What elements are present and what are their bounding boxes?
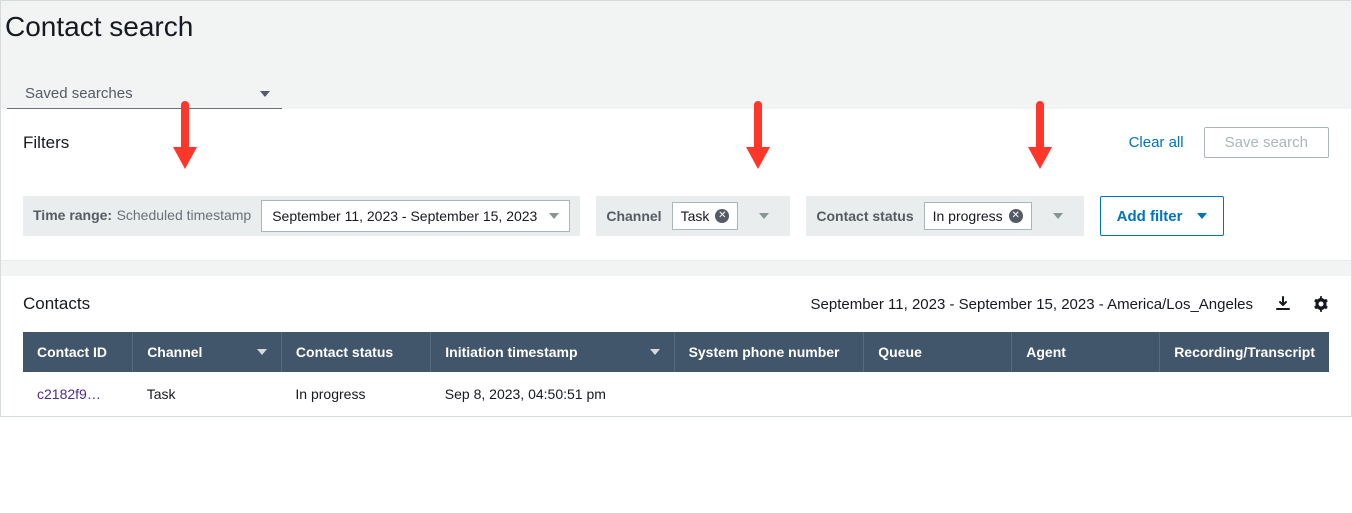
cell-channel: Task <box>133 372 282 416</box>
add-filter-button[interactable]: Add filter <box>1100 196 1224 236</box>
col-agent[interactable]: Agent <box>1012 332 1160 372</box>
chevron-down-icon <box>260 91 270 97</box>
col-contact-status[interactable]: Contact status <box>281 332 430 372</box>
sort-icon <box>257 349 267 355</box>
filters-panel: Filters Clear all Save search Time range… <box>1 109 1351 260</box>
download-icon[interactable] <box>1275 296 1291 312</box>
col-queue[interactable]: Queue <box>864 332 1012 372</box>
filter-time-range: Time range: Scheduled timestamp Septembe… <box>23 196 580 236</box>
contact-status-dropdown[interactable] <box>1042 200 1074 232</box>
chevron-down-icon <box>759 213 769 219</box>
sort-icon <box>650 349 660 355</box>
contacts-panel: Contacts September 11, 2023 - September … <box>1 276 1351 416</box>
filter-channel: Channel Task ✕ <box>596 196 790 236</box>
chevron-down-icon <box>549 213 559 219</box>
cell-initiation-ts: Sep 8, 2023, 04:50:51 pm <box>431 372 674 416</box>
contacts-table: Contact ID Channel Contact status Initia… <box>23 332 1329 416</box>
saved-searches-label: Saved searches <box>25 85 133 102</box>
col-system-phone[interactable]: System phone number <box>674 332 864 372</box>
cell-contact-status: In progress <box>281 372 430 416</box>
contacts-title: Contacts <box>23 294 90 314</box>
contacts-meta-text: September 11, 2023 - September 15, 2023 … <box>811 296 1254 313</box>
remove-chip-icon[interactable]: ✕ <box>715 209 729 223</box>
filter-label: Time range: <box>33 207 112 223</box>
clear-all-link[interactable]: Clear all <box>1129 134 1184 151</box>
chevron-down-icon <box>1053 213 1063 219</box>
col-initiation-ts[interactable]: Initiation timestamp <box>431 332 674 372</box>
table-row[interactable]: c2182f9… Task In progress Sep 8, 2023, 0… <box>23 372 1329 416</box>
col-recording[interactable]: Recording/Transcript <box>1160 332 1329 372</box>
remove-chip-icon[interactable]: ✕ <box>1009 209 1023 223</box>
filter-sublabel: Scheduled timestamp <box>117 207 252 223</box>
channel-dropdown[interactable] <box>748 200 780 232</box>
channel-chip: Task ✕ <box>672 202 739 230</box>
filter-contact-status: Contact status In progress ✕ <box>806 196 1083 236</box>
add-filter-label: Add filter <box>1117 208 1183 225</box>
cell-queue <box>864 372 1012 416</box>
saved-searches-dropdown[interactable]: Saved searches <box>7 79 282 109</box>
chevron-down-icon <box>1197 213 1207 219</box>
gear-icon[interactable] <box>1313 296 1329 312</box>
contact-status-chip: In progress ✕ <box>924 202 1032 230</box>
time-range-value: September 11, 2023 - September 15, 2023 <box>272 208 537 224</box>
filters-title: Filters <box>23 133 69 153</box>
filter-label: Contact status <box>816 208 913 224</box>
col-channel[interactable]: Channel <box>133 332 282 372</box>
cell-agent <box>1012 372 1160 416</box>
cell-system-phone <box>674 372 864 416</box>
channel-chip-label: Task <box>681 208 710 224</box>
time-range-select[interactable]: September 11, 2023 - September 15, 2023 <box>261 200 570 232</box>
contact-id-link[interactable]: c2182f9… <box>37 386 101 402</box>
page-title: Contact search <box>1 11 1351 55</box>
col-contact-id[interactable]: Contact ID <box>23 332 133 372</box>
contact-status-chip-label: In progress <box>933 208 1003 224</box>
cell-recording <box>1160 372 1329 416</box>
filter-label: Channel <box>606 208 661 224</box>
save-search-button[interactable]: Save search <box>1204 127 1329 158</box>
